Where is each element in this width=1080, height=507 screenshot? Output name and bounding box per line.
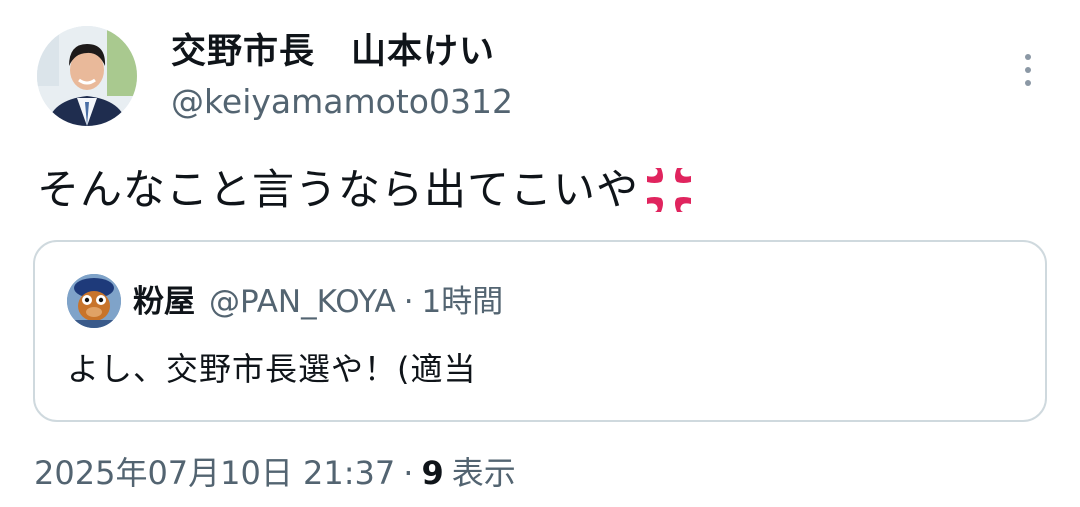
author-display-name[interactable]: 交野市長 山本けい — [171, 30, 513, 74]
quote-handle[interactable]: @PAN_KOYA — [209, 284, 396, 320]
author-handle[interactable]: @keiyamamoto0312 — [171, 78, 513, 126]
quote-display-name[interactable]: 粉屋 — [133, 276, 195, 321]
quoted-tweet-card[interactable]: 粉屋 @PAN_KOYA · 1時間 よし、交野市長選や！(適当 — [33, 240, 1047, 422]
quote-meta: 粉屋 @PAN_KOYA · 1時間 — [133, 276, 503, 321]
anger-symbol-icon — [647, 168, 692, 212]
more-vertical-icon[interactable] — [1016, 50, 1040, 90]
footer-separator: · — [403, 454, 414, 492]
author-avatar-image — [37, 26, 137, 126]
quote-avatar-image — [67, 274, 121, 328]
tweet-body: そんなこと言うなら出てこいや — [37, 162, 695, 218]
quote-time[interactable]: 1時間 — [422, 276, 504, 321]
tweet-timestamp[interactable]: 2025年07月10日 21:37 — [34, 448, 395, 498]
tweet-footer: 2025年07月10日 21:37 · 9 表示 — [34, 448, 516, 498]
views-count: 9 — [421, 454, 444, 492]
author-names: 交野市長 山本けい @keiyamamoto0312 — [171, 30, 513, 126]
quote-separator: · — [403, 284, 414, 320]
tweet-header: 交野市長 山本けい @keiyamamoto0312 — [37, 26, 1040, 136]
quote-text: よし、交野市長選や！(適当 — [67, 350, 477, 388]
views-label: 表示 — [451, 454, 516, 492]
quote-avatar[interactable] — [67, 274, 121, 328]
author-avatar[interactable] — [37, 26, 137, 126]
tweet-text: そんなこと言うなら出てこいや — [37, 165, 640, 214]
